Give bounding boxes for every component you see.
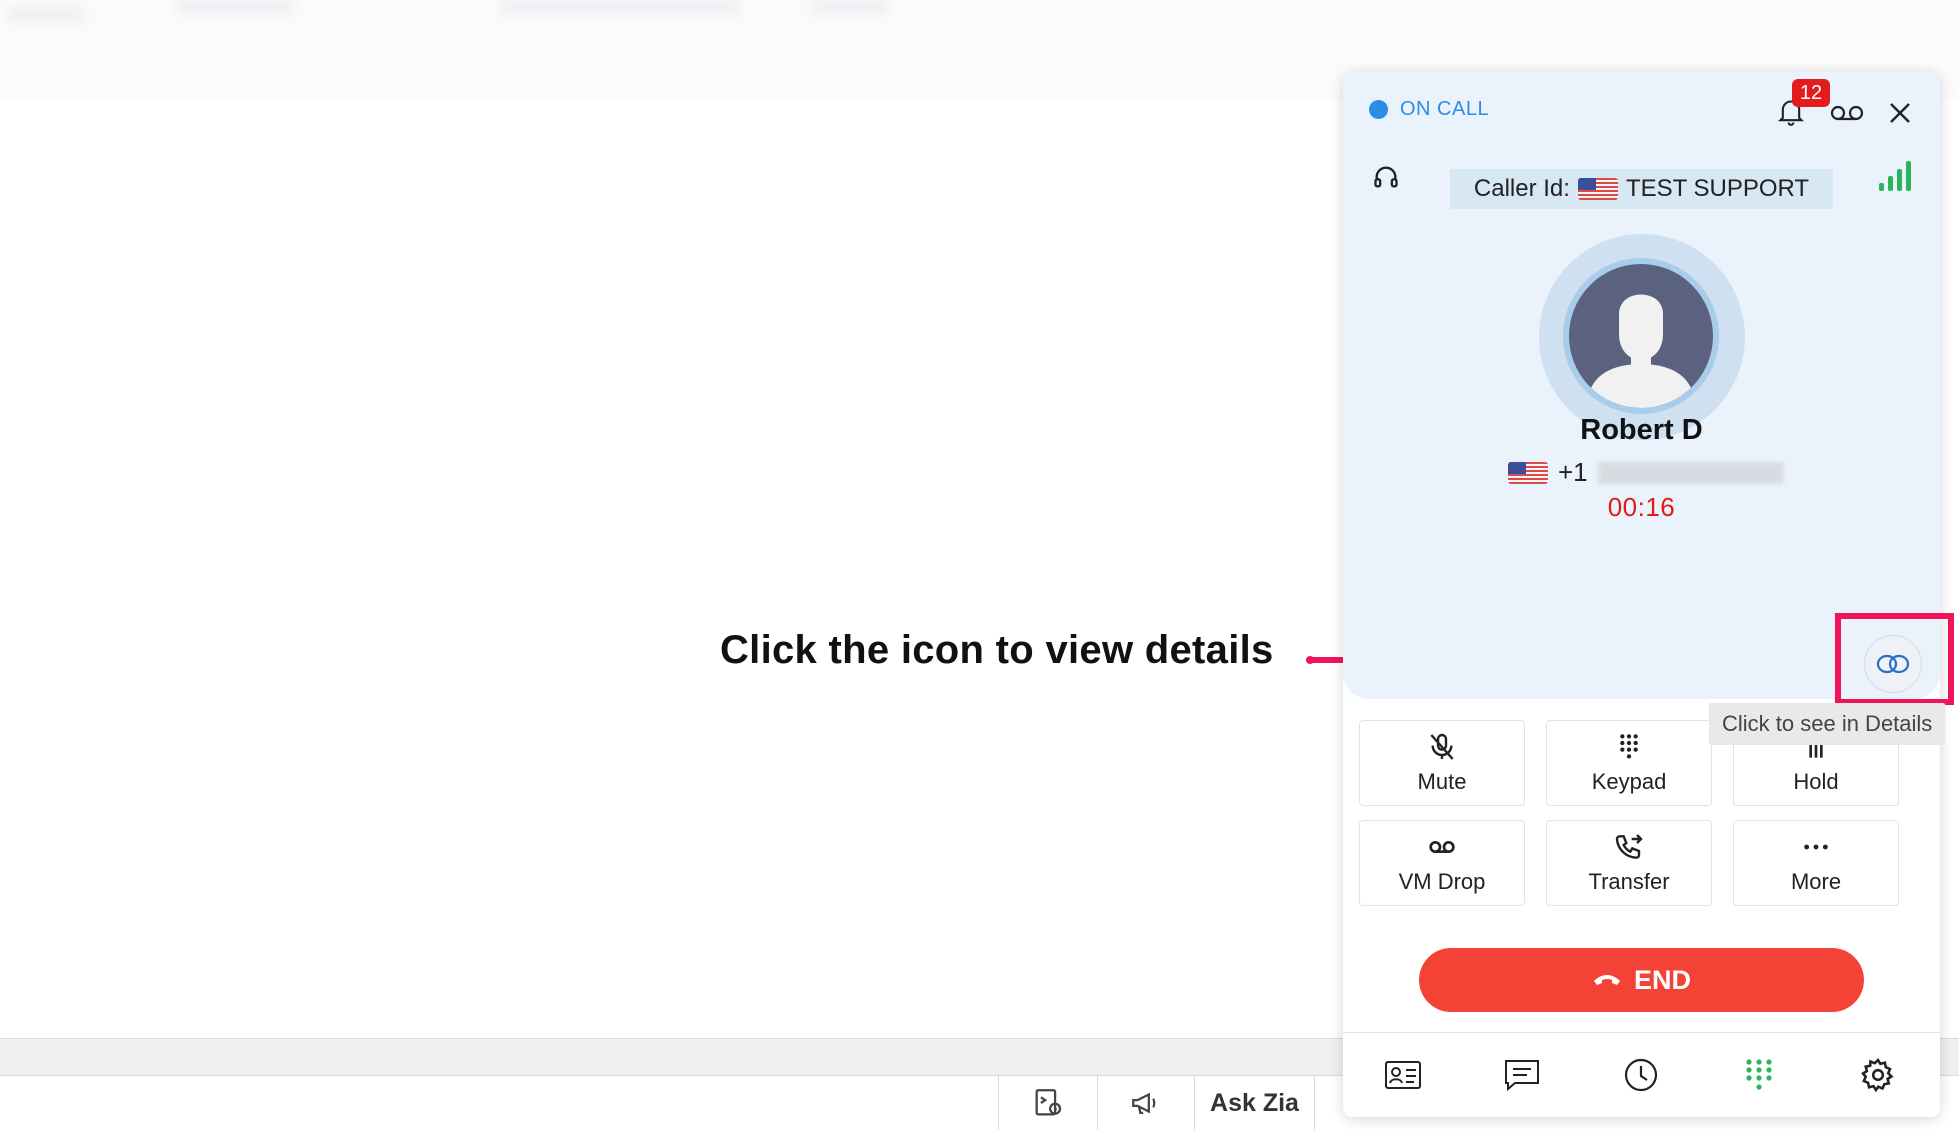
caller-id-bar: Caller Id: TEST SUPPORT — [1450, 169, 1833, 209]
us-flag-icon — [1508, 461, 1548, 484]
headset-icon[interactable] — [1369, 160, 1403, 194]
end-call-label: END — [1633, 964, 1691, 995]
more-label: More — [1790, 869, 1842, 894]
status-label: ON CALL — [1400, 98, 1490, 120]
close-icon[interactable] — [1883, 96, 1917, 130]
hold-label: Hold — [1793, 769, 1839, 794]
annotation-text: Click the icon to view details — [720, 628, 1274, 672]
contact-name: Robert D — [1580, 414, 1703, 446]
ask-zia-button[interactable]: Ask Zia — [1194, 1076, 1314, 1130]
transfer-label: Transfer — [1588, 869, 1670, 894]
contact-phone: +1 — [1508, 457, 1784, 488]
vm-drop-button[interactable]: VM Drop — [1359, 820, 1525, 906]
voicemail-icon[interactable] — [1827, 96, 1867, 130]
end-call-button[interactable]: END — [1419, 948, 1864, 1012]
redacted-phone-number — [1597, 461, 1784, 484]
transfer-button[interactable]: Transfer — [1546, 820, 1712, 906]
call-transfer-icon — [1615, 834, 1643, 859]
hang-up-icon — [1593, 975, 1620, 985]
megaphone-icon[interactable] — [1097, 1076, 1194, 1130]
annotation-highlight-box — [1835, 613, 1954, 705]
blurred-text — [810, 0, 890, 14]
ask-zia-label: Ask Zia — [1210, 1088, 1299, 1117]
vm-drop-label: VM Drop — [1398, 869, 1486, 894]
screen-share-icon[interactable] — [998, 1076, 1097, 1130]
blurred-text — [6, 8, 86, 22]
mic-off-icon — [1430, 733, 1454, 760]
us-flag-icon — [1577, 178, 1618, 200]
blurred-text — [175, 0, 295, 14]
signal-icon — [1877, 156, 1917, 196]
contacts-icon[interactable] — [1381, 1053, 1425, 1097]
settings-icon[interactable] — [1856, 1053, 1900, 1097]
phone-call-panel: ON CALL 12 Caller Id: TEST SUPPORT Rober… — [1343, 72, 1940, 1117]
history-icon[interactable] — [1619, 1053, 1663, 1097]
voicemail-icon — [1429, 841, 1455, 853]
mute-button[interactable]: Mute — [1359, 720, 1525, 806]
keypad-icon — [1620, 734, 1638, 759]
dialpad-icon[interactable] — [1737, 1053, 1781, 1097]
call-timer: 00:16 — [1607, 492, 1676, 522]
notification-badge: 12 — [1792, 79, 1830, 107]
caller-id-prefix: Caller Id: — [1473, 175, 1570, 202]
phone-prefix: +1 — [1558, 457, 1588, 487]
blurred-text — [500, 0, 740, 14]
caller-id-value: TEST SUPPORT — [1625, 175, 1810, 202]
mute-label: Mute — [1417, 769, 1467, 794]
messages-icon[interactable] — [1500, 1053, 1544, 1097]
keypad-label: Keypad — [1591, 769, 1667, 794]
keypad-button[interactable]: Keypad — [1546, 720, 1712, 806]
bottom-navigation — [1343, 1032, 1940, 1117]
more-button[interactable]: More — [1733, 820, 1899, 906]
bottom-bar-divider — [1314, 1076, 1344, 1130]
call-status: ON CALL — [1369, 98, 1489, 121]
person-icon — [1587, 294, 1695, 408]
details-tooltip: Click to see in Details — [1709, 703, 1946, 745]
avatar — [1563, 258, 1719, 414]
more-dots-icon — [1804, 844, 1828, 850]
call-info-section: ON CALL 12 Caller Id: TEST SUPPORT Rober… — [1343, 72, 1940, 699]
status-dot — [1369, 100, 1388, 119]
